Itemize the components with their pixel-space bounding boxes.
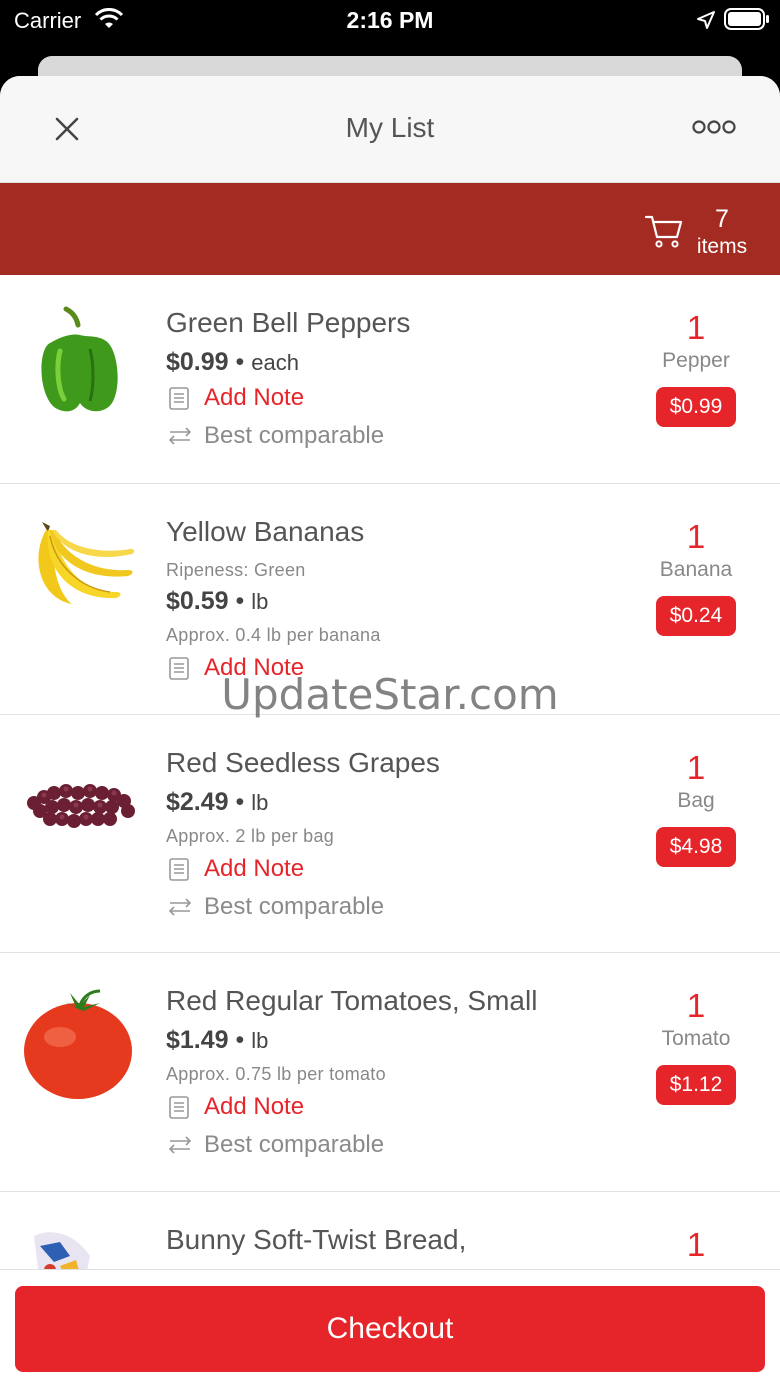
note-icon xyxy=(169,1096,189,1119)
item-total-badge: $0.99 xyxy=(655,387,737,427)
status-bar: Carrier 2:16 PM xyxy=(0,0,780,44)
quantity-value[interactable]: 1 xyxy=(640,309,752,347)
quantity-column: 1 xyxy=(640,1226,752,1264)
item-total-badge: $1.12 xyxy=(655,1065,737,1105)
list-item[interactable]: Yellow Bananas Ripeness: Green $0.59 • l… xyxy=(0,484,780,715)
battery-icon xyxy=(724,8,769,30)
shopping-list: Green Bell Peppers $0.99 • each Add Note… xyxy=(0,275,780,1387)
list-sheet: My List 7 items Green Bell Peppers $0.99… xyxy=(0,76,780,1387)
quantity-value[interactable]: 1 xyxy=(640,987,752,1025)
item-approx-weight: Approx. 2 lb per bag xyxy=(166,826,335,846)
add-note-button[interactable]: Add Note xyxy=(166,383,304,413)
add-note-button[interactable]: Add Note xyxy=(166,1092,304,1122)
note-icon xyxy=(169,387,189,410)
item-total-badge: $0.24 xyxy=(655,596,737,636)
item-name[interactable]: Green Bell Peppers xyxy=(166,307,410,339)
cart-summary-bar[interactable]: 7 items xyxy=(0,183,780,275)
item-price-value: $2.49 xyxy=(166,788,229,816)
item-name[interactable]: Red Regular Tomatoes, Small xyxy=(166,985,537,1017)
item-price-value: $0.99 xyxy=(166,348,229,376)
item-price: $1.49 • lb xyxy=(166,1026,268,1055)
tomato-image xyxy=(24,989,132,1099)
item-price-value: $1.49 xyxy=(166,1026,229,1054)
list-item[interactable]: Red Regular Tomatoes, Small $1.49 • lb A… xyxy=(0,953,780,1192)
note-icon xyxy=(169,858,189,881)
more-icon[interactable] xyxy=(690,116,738,140)
status-time: 2:16 PM xyxy=(346,7,434,33)
item-name[interactable]: Bunny Soft-Twist Bread, xyxy=(166,1224,466,1256)
list-item[interactable]: Red Seedless Grapes $2.49 • lb Approx. 2… xyxy=(0,715,780,953)
add-note-label: Add Note xyxy=(204,1093,305,1120)
note-icon xyxy=(169,657,189,680)
green-pepper-image xyxy=(41,306,118,412)
price-separator: • xyxy=(235,348,252,376)
best-comparable-button[interactable]: Best comparable xyxy=(166,1130,384,1160)
best-comparable-label: Best comparable xyxy=(204,893,385,920)
quantity-unit: Bag xyxy=(677,789,715,812)
quantity-unit: Tomato xyxy=(661,1027,731,1050)
item-price: $2.49 • lb xyxy=(166,788,268,817)
item-price: $0.99 • each xyxy=(166,348,299,377)
quantity-unit: Pepper xyxy=(662,349,730,372)
item-ripeness: Ripeness: Green xyxy=(166,560,306,580)
best-comparable-label: Best comparable xyxy=(204,1131,385,1158)
add-note-label: Add Note xyxy=(204,855,305,882)
swap-icon xyxy=(168,1136,192,1154)
item-name[interactable]: Yellow Bananas xyxy=(166,516,364,548)
list-item[interactable]: Green Bell Peppers $0.99 • each Add Note… xyxy=(0,275,780,484)
item-price-unit: lb xyxy=(251,1028,269,1053)
item-approx-weight: Approx. 0.4 lb per banana xyxy=(166,625,381,645)
item-price: $0.59 • lb xyxy=(166,587,268,616)
nav-bar: My List xyxy=(0,76,780,183)
item-name[interactable]: Red Seedless Grapes xyxy=(166,747,440,779)
cart-item-count: 7 xyxy=(715,205,729,233)
quantity-column: 1 Bag $4.98 xyxy=(640,749,752,867)
quantity-value[interactable]: 1 xyxy=(640,518,752,556)
price-separator: • xyxy=(235,1026,252,1054)
footer-bar: Checkout xyxy=(0,1269,780,1387)
price-separator: • xyxy=(235,788,252,816)
item-price-unit: lb xyxy=(251,790,269,815)
quantity-column: 1 Banana $0.24 xyxy=(640,518,752,636)
quantity-unit: Banana xyxy=(659,558,733,581)
item-approx-weight: Approx. 0.75 lb per tomato xyxy=(166,1064,386,1084)
location-arrow-icon xyxy=(697,11,715,29)
quantity-value[interactable]: 1 xyxy=(640,749,752,787)
quantity-value[interactable]: 1 xyxy=(640,1226,752,1264)
best-comparable-button[interactable]: Best comparable xyxy=(166,892,384,922)
banana-image xyxy=(38,522,135,604)
price-separator: • xyxy=(235,587,252,615)
grapes-image xyxy=(27,784,135,828)
add-note-button[interactable]: Add Note xyxy=(166,854,304,884)
add-note-label: Add Note xyxy=(204,384,305,411)
quantity-column: 1 Tomato $1.12 xyxy=(640,987,752,1105)
add-note-label: Add Note xyxy=(204,654,305,681)
best-comparable-label: Best comparable xyxy=(204,422,385,449)
item-price-unit: lb xyxy=(251,589,269,614)
swap-icon xyxy=(168,898,192,916)
quantity-column: 1 Pepper $0.99 xyxy=(640,309,752,427)
best-comparable-button[interactable]: Best comparable xyxy=(166,421,384,451)
checkout-button[interactable]: Checkout xyxy=(15,1286,765,1372)
cart-icon xyxy=(644,215,683,248)
item-price-value: $0.59 xyxy=(166,587,229,615)
add-note-button[interactable]: Add Note xyxy=(166,653,304,683)
swap-icon xyxy=(168,427,192,445)
item-price-unit: each xyxy=(251,350,299,375)
page-title: My List xyxy=(345,112,435,143)
item-total-badge: $4.98 xyxy=(655,827,737,867)
cart-item-count-label: items xyxy=(696,235,748,258)
